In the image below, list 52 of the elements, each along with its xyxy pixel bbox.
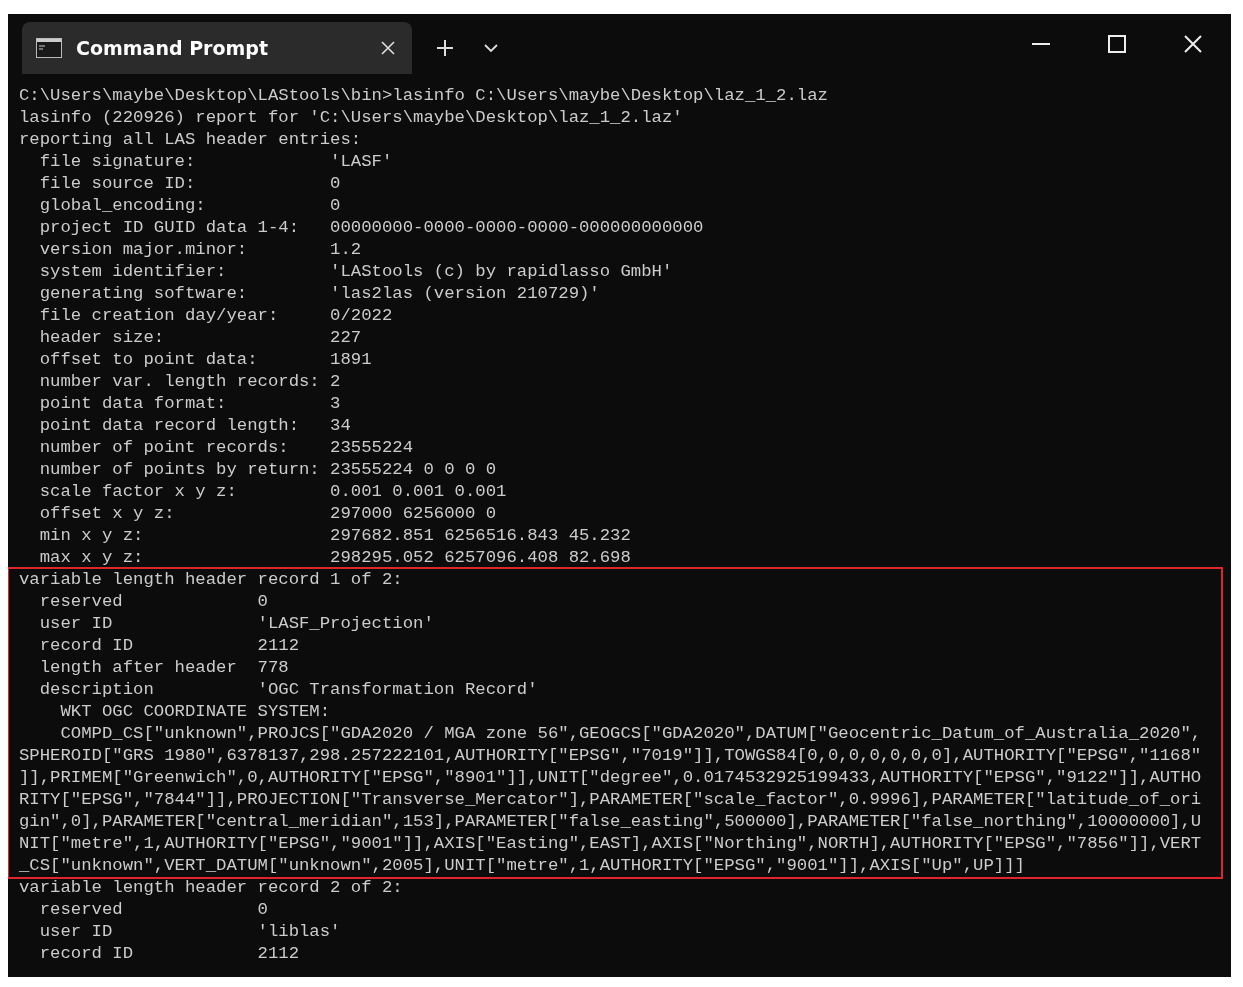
output-line: RITY["EPSG","7844"]],PROJECTION["Transverse_Mercator"],PARAMETER["scale_factor",0.9996],PARAMETER["latitude_of_ori bbox=[19, 789, 1202, 811]
output-line: NIT["metre",1,AUTHORITY["EPSG","9001"]],AXIS["Easting",EAST],AXIS["Northing",NORTH],AUTHORITY["EPSG","7856"]],VERT bbox=[19, 833, 1202, 855]
output-line: offset x y z: 297000 6256000 0 bbox=[38, 503, 497, 525]
close-tab-button[interactable] bbox=[380, 40, 396, 56]
output-line: variable length header record 1 of 2: bbox=[19, 569, 403, 591]
output-line: header size: 227 bbox=[38, 327, 362, 349]
output-line: file source ID: 0 bbox=[38, 173, 341, 195]
output-line: min x y z: 297682.851 6256516.843 45.232 bbox=[38, 525, 631, 547]
close-icon bbox=[380, 40, 396, 56]
output-line: WKT OGC COORDINATE SYSTEM: bbox=[59, 701, 331, 723]
tab-title: Command Prompt bbox=[76, 37, 269, 59]
output-line: version major.minor: 1.2 bbox=[38, 239, 362, 261]
output-line: global_encoding: 0 bbox=[38, 195, 341, 217]
output-line: reserved 0 bbox=[38, 591, 268, 613]
output-line: file signature: 'LASF' bbox=[38, 151, 393, 173]
output-line: max x y z: 298295.052 6257096.408 82.698 bbox=[38, 547, 631, 569]
output-line: number of points by return: 23555224 0 0 0 0 bbox=[38, 459, 497, 481]
terminal-tab[interactable]: Command Prompt bbox=[22, 22, 412, 74]
output-line: scale factor x y z: 0.001 0.001 0.001 bbox=[38, 481, 507, 503]
close-icon bbox=[1184, 35, 1202, 53]
output-line: record ID 2112 bbox=[38, 943, 299, 965]
output-line: lasinfo (220926) report for 'C:\Users\maybe\Desktop\laz_1_2.laz' bbox=[19, 107, 683, 129]
output-line: reserved 0 bbox=[38, 899, 268, 921]
output-line: point data record length: 34 bbox=[38, 415, 351, 437]
output-line: offset to point data: 1891 bbox=[38, 349, 372, 371]
output-line: user ID 'liblas' bbox=[38, 921, 341, 943]
output-line: user ID 'LASF_Projection' bbox=[38, 613, 434, 635]
maximize-icon bbox=[1108, 35, 1126, 53]
chevron-down-icon bbox=[484, 43, 498, 53]
console-icon bbox=[36, 38, 62, 58]
output-line: point data format: 3 bbox=[38, 393, 341, 415]
output-line: variable length header record 2 of 2: bbox=[19, 877, 403, 899]
output-line: length after header 778 bbox=[38, 657, 289, 679]
output-line: system identifier: 'LAStools (c) by rapidlasso GmbH' bbox=[38, 261, 673, 283]
output-line: SPHEROID["GRS 1980",6378137,298.257222101,AUTHORITY["EPSG","7019"]],TOWGS84[0,0,0,0,0,0,0],AUTHORITY["EPSG","1168" bbox=[19, 745, 1202, 767]
new-tab-button[interactable] bbox=[436, 39, 454, 57]
output-line: ]],PRIMEM["Greenwich",0,AUTHORITY["EPSG","8901"]],UNIT["degree",0.0174532925199433,AUTHORITY["EPSG","9122"]],AUTHO bbox=[19, 767, 1202, 789]
dropdown-button[interactable] bbox=[484, 43, 498, 53]
output-line: project ID GUID data 1-4: 00000000-0000-0000-0000-000000000000 bbox=[38, 217, 704, 239]
output-line: number of point records: 23555224 bbox=[38, 437, 414, 459]
output-line: C:\Users\maybe\Desktop\LAStools\bin>lasinfo C:\Users\maybe\Desktop\laz_1_2.laz bbox=[19, 85, 828, 107]
output-line: description 'OGC Transformation Record' bbox=[38, 679, 538, 701]
minimize-icon bbox=[1032, 43, 1050, 45]
output-line: _CS["unknown",VERT_DATUM["unknown",2005],UNIT["metre",1,AUTHORITY["EPSG","9001"]],AXIS["Up",UP]]] bbox=[19, 855, 1025, 877]
output-line: generating software: 'las2las (version 210729)' bbox=[38, 283, 600, 305]
output-line: reporting all LAS header entries: bbox=[19, 129, 362, 151]
output-line: COMPD_CS["unknown",PROJCS["GDA2020 / MGA zone 56",GEOGCS["GDA2020",DATUM["Geocentric_Datum_of_Australia_2020", bbox=[59, 723, 1202, 745]
output-line: gin",0],PARAMETER["central_meridian",153],PARAMETER["false_easting",500000],PARAMETER["false_northing",10000000],U bbox=[19, 811, 1202, 833]
output-line: number var. length records: 2 bbox=[38, 371, 341, 393]
output-line: record ID 2112 bbox=[38, 635, 299, 657]
plus-icon bbox=[436, 39, 454, 57]
output-line: file creation day/year: 0/2022 bbox=[38, 305, 393, 327]
